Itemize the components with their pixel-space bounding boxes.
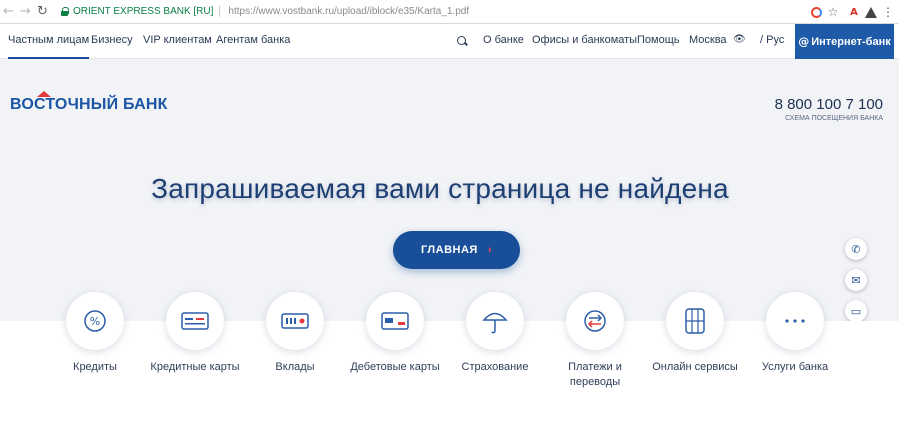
service-label-credits[interactable]: Кредиты (45, 360, 145, 375)
link-about[interactable]: О банке (483, 34, 524, 46)
google-extension-icon[interactable] (808, 4, 824, 20)
reload-icon[interactable]: ↻ (34, 2, 51, 22)
transfer-icon[interactable] (566, 292, 624, 350)
back-icon[interactable]: ← (0, 2, 17, 22)
at-icon: @ (798, 35, 810, 48)
language-select[interactable]: / Рус (760, 34, 784, 46)
home-button-label: ГЛАВНАЯ (420, 244, 478, 256)
chevron-right-icon: › (487, 244, 493, 256)
warning-icon[interactable] (864, 4, 878, 20)
home-button[interactable]: ГЛАВНАЯ › (393, 231, 520, 269)
phone-call-icon[interactable]: ✆ (845, 238, 867, 260)
service-label-payments[interactable]: Платежи и переводы (545, 360, 645, 390)
phone-number[interactable]: 8 800 100 7 100 (775, 96, 883, 113)
city-select[interactable]: Москва (689, 34, 727, 46)
browser-toolbar: ← → ↻ ORIENT EXPRESS BANK [RU] https://w… (0, 0, 899, 24)
internet-bank-label: Интернет-банк (811, 35, 891, 48)
credit-card-icon[interactable] (166, 292, 224, 350)
service-label-deposits[interactable]: Вклады (245, 360, 345, 375)
deposit-icon[interactable] (266, 292, 324, 350)
site-identity: ORIENT EXPRESS BANK [RU] (73, 6, 214, 17)
link-help[interactable]: Помощь (637, 34, 680, 46)
service-label-online[interactable]: Онлайн сервисы (645, 360, 745, 375)
language-label: Рус (766, 34, 785, 46)
forward-icon[interactable]: → (17, 2, 34, 22)
segment-vip[interactable]: VIP клиентам (143, 34, 212, 46)
service-label-bank-services[interactable]: Услуги банка (745, 360, 845, 375)
svg-text:%: % (90, 315, 100, 328)
internet-bank-button[interactable]: @ Интернет-банк (795, 24, 894, 59)
debit-card-icon[interactable] (366, 292, 424, 350)
site-top-nav: Частным лицам Бизнесу VIP клиентам Агент… (0, 24, 899, 59)
bank-logo[interactable]: ВОСТОЧНЫЙ БАНК (10, 96, 168, 114)
more-icon[interactable] (766, 292, 824, 350)
online-icon[interactable] (666, 292, 724, 350)
phone-subtitle[interactable]: СХЕМА ПОСЕЩЕНИЯ БАНКА (785, 115, 883, 122)
services-row (0, 321, 899, 448)
lock-icon (60, 7, 69, 16)
search-icon[interactable] (457, 36, 467, 46)
segment-agents[interactable]: Агентам банка (216, 34, 290, 46)
segment-private[interactable]: Частным лицам (8, 34, 90, 59)
service-label-insurance[interactable]: Страхование (445, 360, 545, 375)
pdf-extension-icon[interactable]: A (848, 4, 860, 20)
segment-business[interactable]: Бизнесу (91, 34, 133, 46)
percent-icon[interactable]: % (66, 292, 124, 350)
browser-menu-icon[interactable]: ⋮ (882, 4, 894, 20)
address-bar[interactable]: ORIENT EXPRESS BANK [RU] https://www.vos… (60, 3, 826, 20)
link-offices[interactable]: Офисы и банкоматы (532, 34, 637, 46)
chat-icon[interactable]: ▭ (845, 300, 867, 322)
url-text: https://www.vostbank.ru/upload/iblock/e3… (228, 6, 470, 17)
page-title: Запрашиваемая вами страница не найдена (151, 173, 729, 204)
address-separator (219, 6, 221, 17)
mail-icon[interactable]: ✉ (845, 269, 867, 291)
accessibility-icon[interactable]: 👁 (733, 34, 746, 45)
service-label-debit-cards[interactable]: Дебетовые карты (345, 360, 445, 375)
bookmark-star-icon[interactable]: ☆ (826, 4, 840, 20)
umbrella-icon[interactable] (466, 292, 524, 350)
service-label-credit-cards[interactable]: Кредитные карты (145, 360, 245, 375)
